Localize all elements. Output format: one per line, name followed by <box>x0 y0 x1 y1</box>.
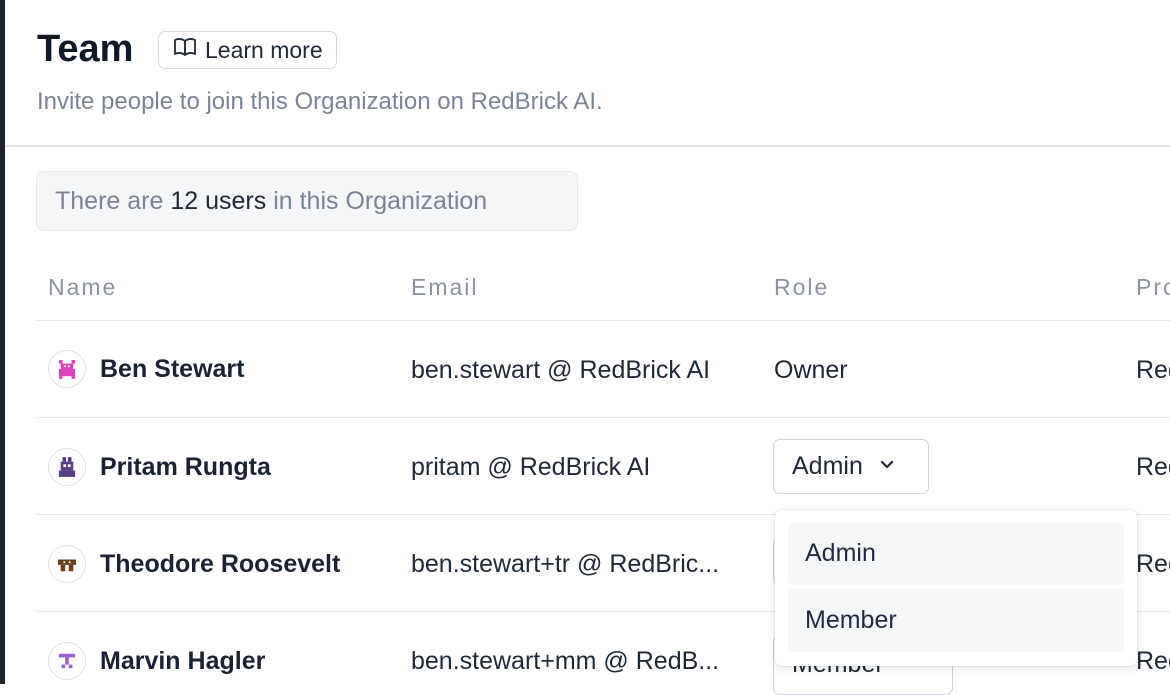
user-projects: Red <box>1136 550 1170 578</box>
column-header-role[interactable]: Role <box>774 274 829 301</box>
count-prefix: There are <box>55 186 164 215</box>
user-projects: Red <box>1136 356 1170 384</box>
user-email: ben.stewart+mm @ RedB... <box>411 647 720 675</box>
role-dropdown-menu: Admin Member <box>775 510 1137 666</box>
column-header-name[interactable]: Name <box>48 274 117 301</box>
avatar <box>48 350 86 388</box>
count-suffix: in this Organization <box>273 186 488 215</box>
avatar <box>48 448 86 486</box>
user-email: ben.stewart+tr @ RedBric... <box>411 550 720 578</box>
user-count: 12 users <box>170 186 267 215</box>
role-option-admin[interactable]: Admin <box>788 522 1124 585</box>
user-projects: Red <box>1136 647 1170 675</box>
column-header-email[interactable]: Email <box>411 274 479 301</box>
user-role: Owner <box>774 356 848 384</box>
chevron-down-icon <box>877 452 897 481</box>
user-name: Theodore Roosevelt <box>100 550 341 578</box>
page-title: Team <box>37 28 134 70</box>
role-select[interactable]: Admin <box>773 439 929 494</box>
user-name: Marvin Hagler <box>100 647 266 675</box>
avatar <box>48 642 86 680</box>
column-header-projects[interactable]: Pro <box>1136 274 1170 301</box>
table-divider <box>36 320 1170 321</box>
user-count-banner: There are 12 users in this Organization <box>36 171 578 231</box>
role-option-member[interactable]: Member <box>788 589 1124 652</box>
learn-more-button[interactable]: Learn more <box>158 31 337 69</box>
page-header: Team Learn more Invite people to join th… <box>5 0 1170 147</box>
role-select-value: Admin <box>792 452 863 480</box>
user-email: ben.stewart @ RedBrick AI <box>411 356 711 384</box>
book-icon <box>173 35 197 65</box>
table-divider <box>36 417 1170 418</box>
user-name: Ben Stewart <box>100 355 245 383</box>
page-subtitle: Invite people to join this Organization … <box>37 88 603 115</box>
user-email: pritam @ RedBrick AI <box>411 453 651 481</box>
learn-more-label: Learn more <box>205 36 323 63</box>
user-projects: Red <box>1136 453 1170 481</box>
avatar <box>48 545 86 583</box>
user-name: Pritam Rungta <box>100 453 271 481</box>
